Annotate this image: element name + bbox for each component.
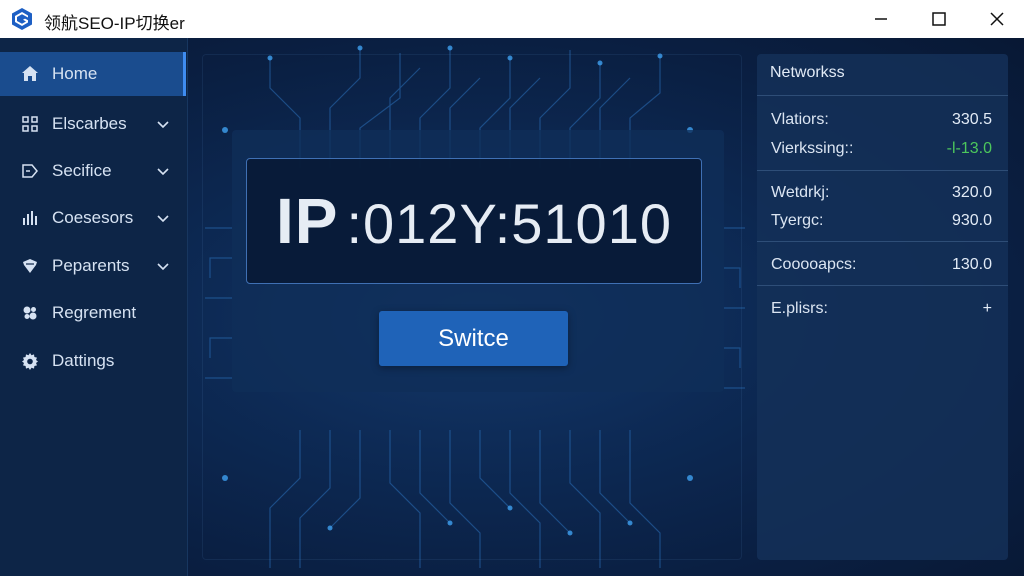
sidebar-item-label: Home xyxy=(52,64,98,83)
ip-value: :012Y:51010 xyxy=(346,192,672,255)
network-row-label: Vlatiors: xyxy=(771,111,829,128)
sidebar-item-label: Dattings xyxy=(52,351,115,370)
divider xyxy=(757,285,1008,286)
expand-plus-icon[interactable]: + xyxy=(983,300,992,318)
network-row-value: 330.5 xyxy=(951,111,992,128)
ip-prefix: IP xyxy=(275,185,339,257)
shield-icon xyxy=(20,256,40,276)
sidebar-item-home[interactable]: Home xyxy=(0,52,186,96)
gear-icon xyxy=(20,351,40,371)
chevron-down-icon xyxy=(157,215,169,223)
chevron-down-icon xyxy=(157,121,169,129)
tag-icon xyxy=(20,161,40,181)
network-row-value: -l-13.0 xyxy=(946,140,992,157)
network-row-label: Vierkssing:: xyxy=(771,140,854,157)
network-row-value: 130.0 xyxy=(951,256,992,273)
cog-cluster-icon xyxy=(20,303,40,323)
minimize-button[interactable] xyxy=(852,0,910,38)
network-row-label: Cooooapcs: xyxy=(771,256,857,273)
network-panel: Networkss Vlatiors: 330.5 Vierkssing:: -… xyxy=(757,54,1008,560)
close-button[interactable] xyxy=(968,0,1024,38)
divider xyxy=(757,241,1008,242)
sidebar-item-label: Peparents xyxy=(52,256,130,275)
network-row-value: 930.0 xyxy=(951,212,992,229)
sidebar-item-label: Elscarbes xyxy=(52,114,127,133)
chevron-down-icon xyxy=(157,263,169,271)
close-icon xyxy=(990,12,1004,26)
network-row-label: E.plisrs: xyxy=(771,300,828,317)
sidebar-item-regrement[interactable]: Regrement xyxy=(0,291,186,335)
sidebar-item-label: Coesesors xyxy=(52,208,134,227)
sidebar-item-dattings[interactable]: Dattings xyxy=(0,339,186,383)
network-panel-title: Networkss xyxy=(770,64,845,81)
sidebar-item-coesesors[interactable]: Coesesors xyxy=(0,196,186,240)
ip-display: IP:012Y:51010 xyxy=(246,158,702,284)
network-row-value: 320.0 xyxy=(951,184,992,201)
sidebar-item-label: Secifice xyxy=(52,161,112,180)
minimize-icon xyxy=(875,18,887,20)
sidebar-item-label: Regrement xyxy=(52,303,137,322)
ip-text: IP:012Y:51010 xyxy=(276,184,672,258)
network-row-label: Wetdrkj: xyxy=(771,184,830,201)
switch-button[interactable]: Switce xyxy=(379,311,568,366)
maximize-icon xyxy=(932,12,946,26)
title-bar: 领航SEO-IP切换er xyxy=(0,0,1024,38)
app-logo-icon xyxy=(12,8,32,30)
bar-chart-icon xyxy=(20,208,40,228)
sidebar-item-secifice[interactable]: Secifice xyxy=(0,149,186,193)
network-row-label: Tyergc: xyxy=(771,212,824,229)
divider xyxy=(757,170,1008,171)
divider xyxy=(757,95,1008,96)
sidebar-item-peparents[interactable]: Peparents xyxy=(0,244,186,288)
sidebar: Home Elscarbes Secifice Coesesors Pepare… xyxy=(0,38,188,576)
sidebar-item-elscarbes[interactable]: Elscarbes xyxy=(0,102,186,146)
home-icon xyxy=(20,64,40,84)
window-title: 领航SEO-IP切换er xyxy=(44,14,185,33)
chevron-down-icon xyxy=(157,168,169,176)
maximize-button[interactable] xyxy=(910,0,968,38)
grid-icon xyxy=(20,114,40,134)
